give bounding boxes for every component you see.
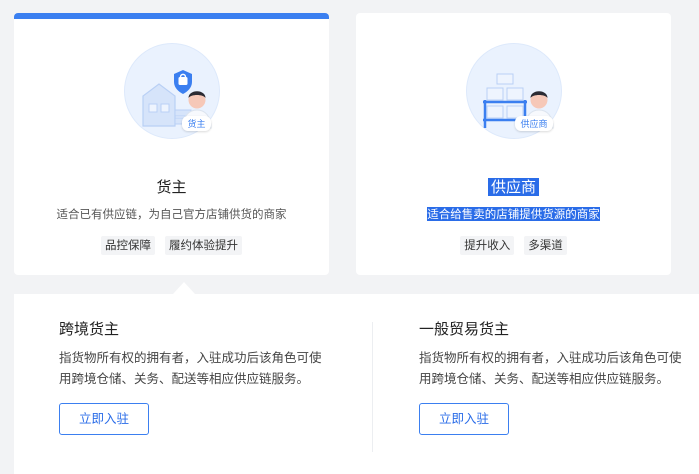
role-card-owner[interactable]: 货主 货主 适合已有供应链，为自己官方店铺供货的商家 品控保障 履约体验提升 (14, 13, 329, 275)
join-button[interactable]: 立即入驻 (419, 403, 509, 435)
role-card-supplier[interactable]: 供应商 供应商 适合给售卖的店铺提供货源的商家 提升收入 多渠道 (356, 13, 671, 275)
owner-options-panel: 跨境货主 指货物所有权的拥有者，入驻成功后该角色可使用跨境仓储、关务、配送等相应… (14, 294, 699, 474)
option-title: 一般贸易货主 (419, 320, 510, 338)
supplier-avatar: 供应商 (465, 43, 562, 139)
card-description: 适合已有供应链，为自己官方店铺供货的商家 (56, 207, 287, 221)
option-cross-border-owner: 跨境货主 指货物所有权的拥有者，入驻成功后该角色可使用跨境仓储、关务、配送等相应… (59, 318, 359, 435)
feature-tags: 品控保障 履约体验提升 (14, 236, 329, 255)
join-button[interactable]: 立即入驻 (59, 403, 149, 435)
feature-tag: 提升收入 (460, 236, 515, 255)
card-title: 货主 (156, 178, 187, 196)
feature-tags: 提升收入 多渠道 (356, 236, 671, 255)
divider (372, 322, 373, 452)
feature-tag: 履约体验提升 (165, 236, 242, 255)
feature-tag: 多渠道 (524, 236, 567, 255)
feature-tag: 品控保障 (101, 236, 155, 255)
option-description: 指货物所有权的拥有者，入驻成功后该角色可使用跨境仓储、关务、配送等相应供应链服务… (419, 350, 682, 386)
panel-pointer (173, 282, 195, 294)
owner-avatar: 货主 (123, 43, 220, 139)
role-tag: 供应商 (515, 116, 553, 131)
option-description: 指货物所有权的拥有者，入驻成功后该角色可使用跨境仓储、关务、配送等相应供应链服务… (59, 350, 322, 386)
option-title: 跨境货主 (59, 320, 120, 338)
option-general-trade-owner: 一般贸易货主 指货物所有权的拥有者，入驻成功后该角色可使用跨境仓储、关务、配送等… (419, 318, 699, 435)
active-indicator (14, 13, 329, 19)
card-description: 适合给售卖的店铺提供货源的商家 (427, 207, 600, 221)
role-tag: 货主 (182, 116, 211, 131)
card-title: 供应商 (356, 177, 671, 197)
